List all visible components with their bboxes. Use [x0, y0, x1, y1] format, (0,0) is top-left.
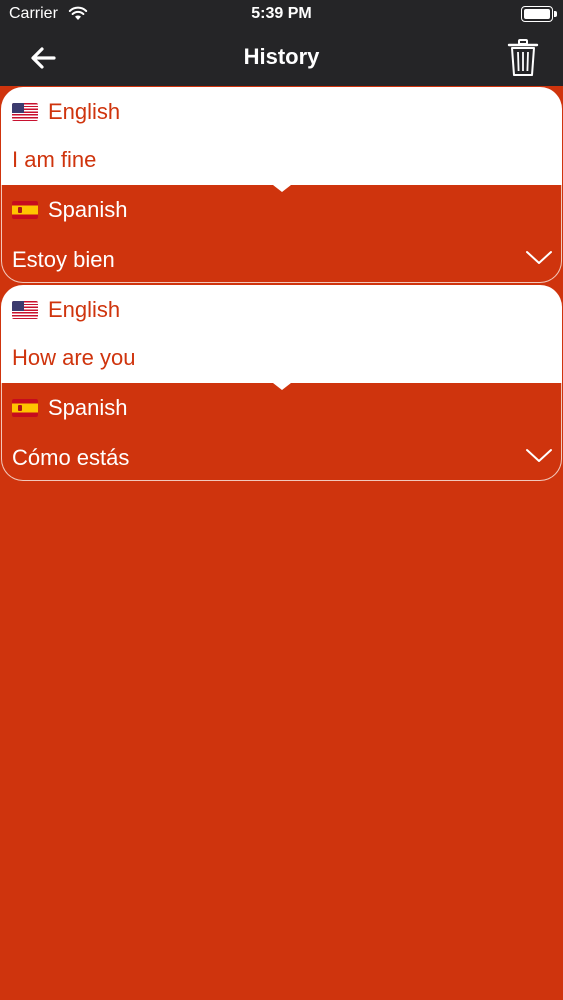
history-item[interactable]: English I am fine Spanish Estoy bien — [0, 87, 563, 283]
target-text: Cómo estás — [12, 445, 130, 470]
arrow-left-icon — [31, 47, 56, 69]
battery-icon — [521, 6, 557, 22]
target-language-label: Spanish — [48, 197, 128, 222]
target-language-label: Spanish — [48, 395, 128, 420]
trash-icon — [507, 39, 539, 76]
history-list: English I am fine Spanish Estoy bien Eng… — [0, 87, 563, 483]
delete-history-button[interactable] — [507, 38, 539, 78]
target-language: Spanish — [12, 393, 128, 423]
back-button[interactable] — [26, 40, 62, 76]
status-bar: Carrier 5:39 PM — [0, 0, 563, 30]
page-title: History — [243, 44, 320, 69]
top-bar: Carrier 5:39 PM History — [0, 0, 563, 86]
source-text: How are you — [12, 345, 136, 370]
history-item[interactable]: English How are you Spanish Cómo estás — [0, 285, 563, 481]
chevron-down-icon[interactable] — [525, 247, 553, 267]
chevron-down-icon[interactable] — [525, 445, 553, 465]
source-language: English — [12, 295, 120, 325]
us-flag-icon — [12, 301, 38, 319]
source-language-label: English — [48, 99, 121, 124]
navigation-bar: History — [0, 30, 563, 86]
target-text: Estoy bien — [12, 247, 115, 272]
source-text: I am fine — [12, 147, 97, 172]
source-language-label: English — [48, 297, 121, 322]
status-time: 5:39 PM — [251, 5, 312, 22]
source-language: English — [12, 97, 120, 127]
es-flag-icon — [12, 201, 38, 219]
target-language: Spanish — [12, 195, 128, 225]
es-flag-icon — [12, 399, 38, 417]
us-flag-icon — [12, 103, 38, 121]
